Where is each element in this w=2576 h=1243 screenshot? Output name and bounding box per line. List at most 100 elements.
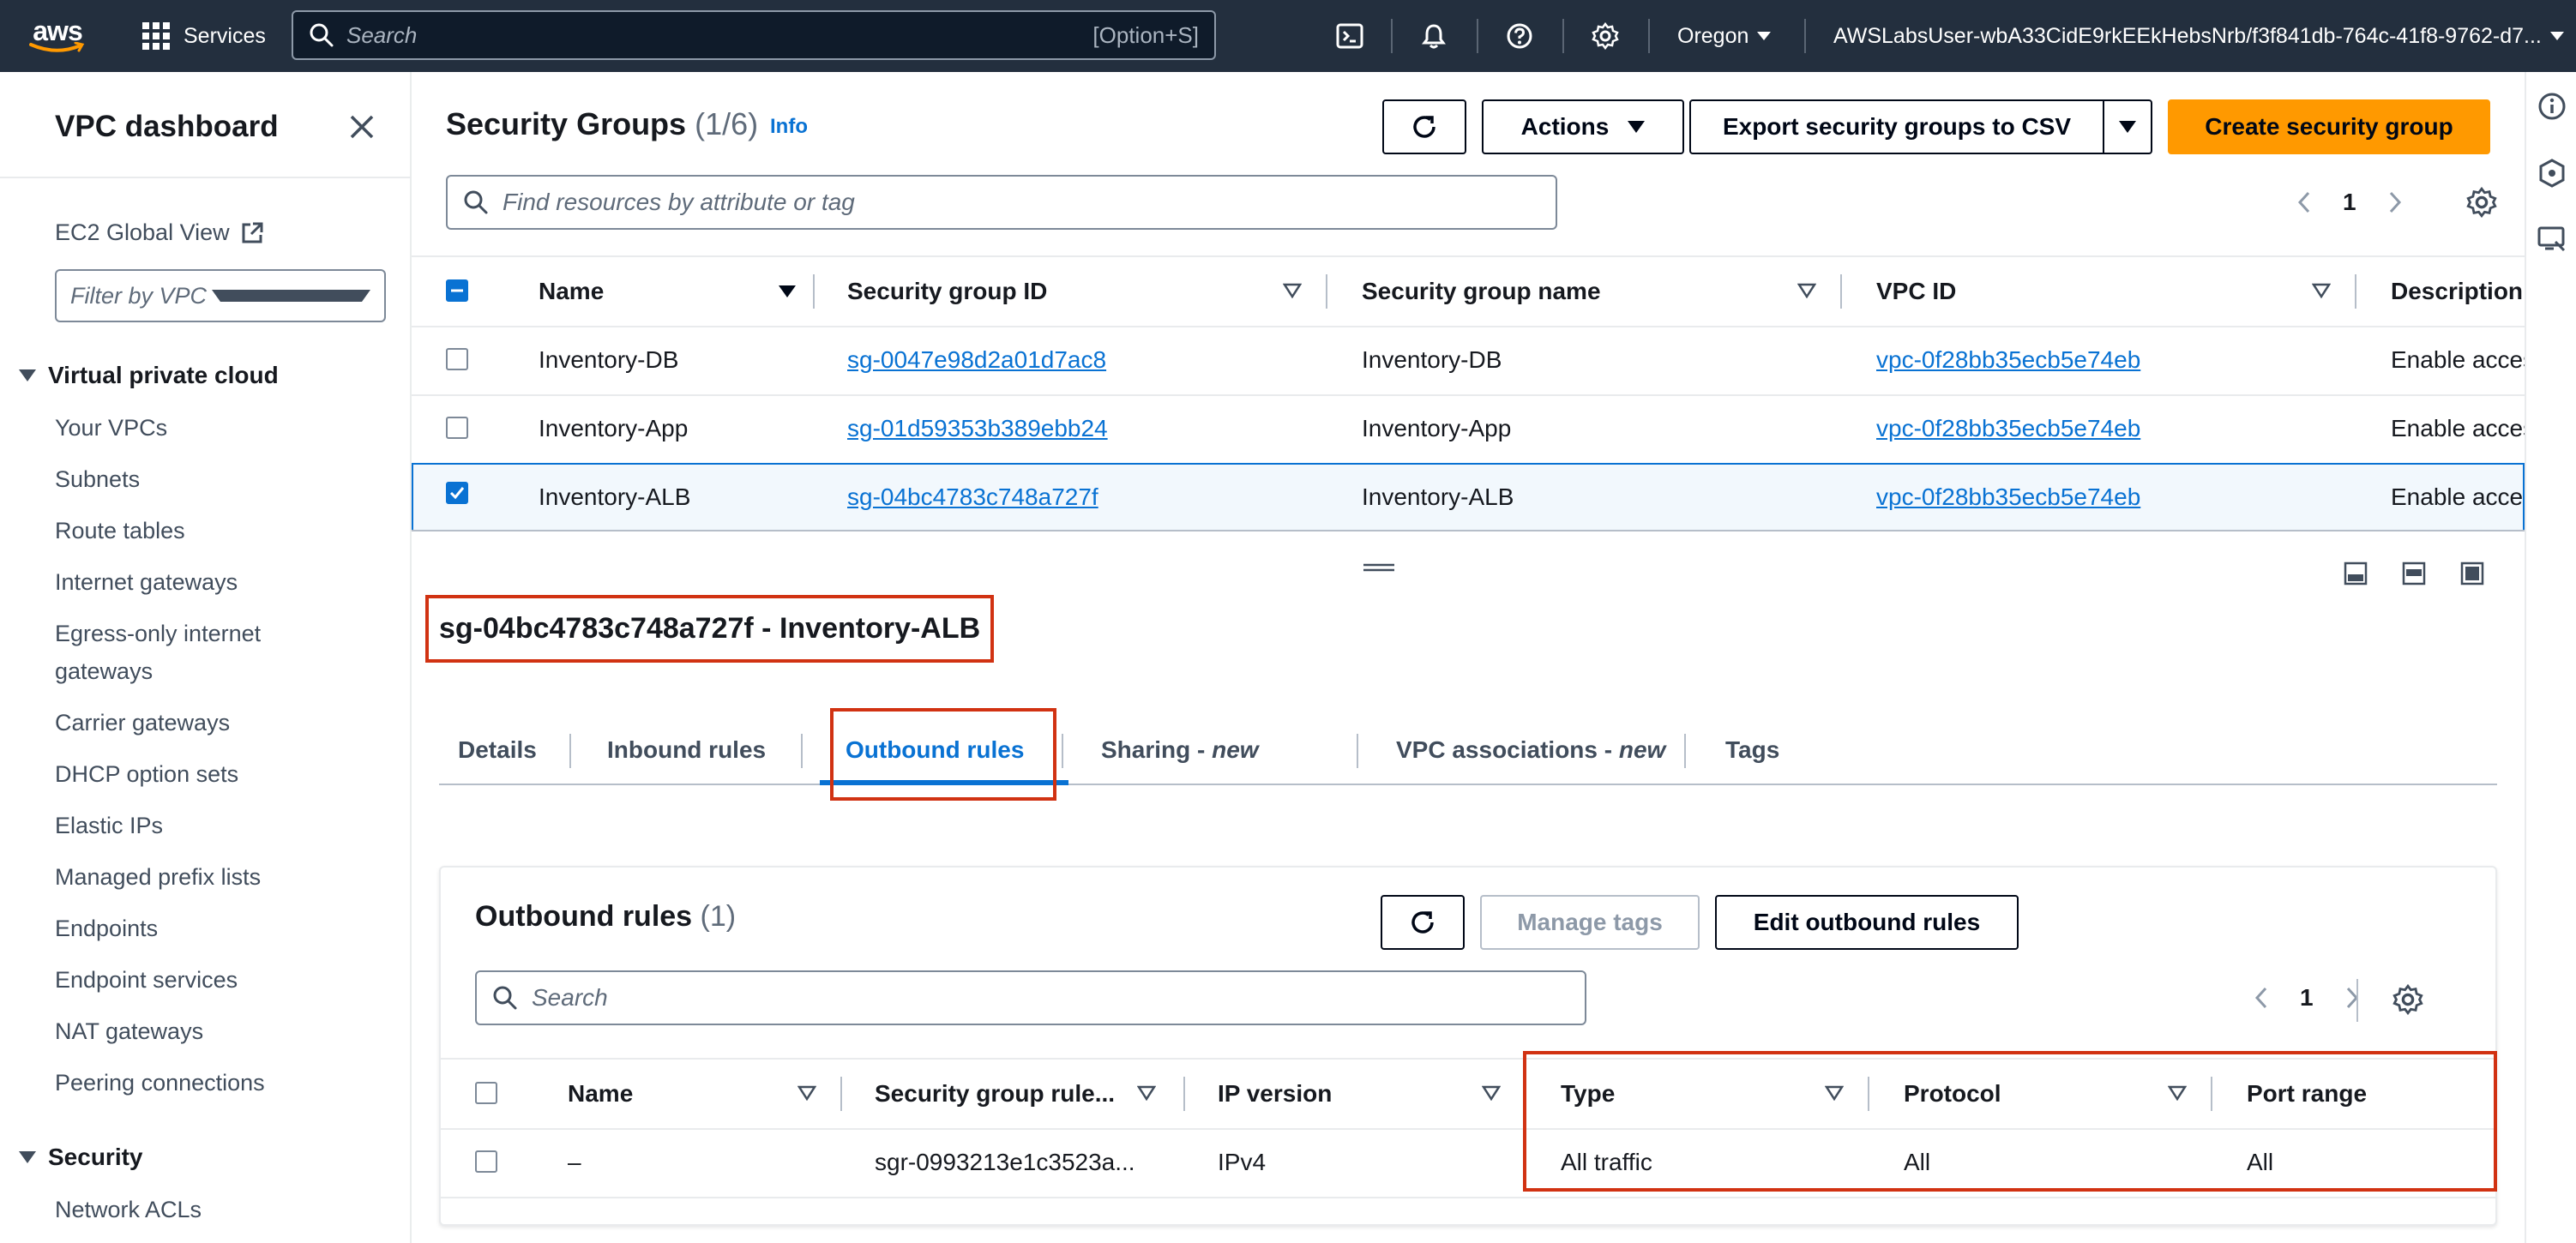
vpc-id-link[interactable]: vpc-0f28bb35ecb5e74eb <box>1876 483 2140 511</box>
actions-button[interactable]: Actions <box>1482 99 1684 154</box>
column-separator[interactable] <box>2355 274 2356 309</box>
sidebar-item-nat-gateways[interactable]: NAT gateways <box>55 1018 203 1045</box>
column-separator[interactable] <box>840 1077 842 1111</box>
sidebar-item-elastic-ips[interactable]: Elastic IPs <box>55 813 163 839</box>
tab-details[interactable]: Details <box>458 715 537 785</box>
sg-id-link[interactable]: sg-01d59353b389ebb24 <box>847 415 1108 442</box>
edit-outbound-rules-button[interactable]: Edit outbound rules <box>1715 895 2019 950</box>
sg-id-link[interactable]: sg-04bc4783c748a727f <box>847 483 1098 511</box>
sort-icon[interactable] <box>1283 283 1302 298</box>
export-csv-button[interactable]: Export security groups to CSV <box>1689 99 2104 154</box>
drag-handle-icon[interactable] <box>1362 562 1396 573</box>
chevron-left-icon[interactable] <box>2291 189 2317 215</box>
page-number[interactable]: 1 <box>2300 984 2314 1012</box>
page-number[interactable]: 1 <box>2343 189 2356 216</box>
column-header-sg-name[interactable]: Security group name <box>1362 278 1601 305</box>
rules-search[interactable] <box>475 970 1586 1025</box>
rule-id-cell: sgr-0993213e1c3523a... <box>875 1149 1135 1175</box>
panel-side-icon[interactable] <box>2401 561 2427 586</box>
help-icon[interactable] <box>1502 19 1537 53</box>
tab-inbound-rules[interactable]: Inbound rules <box>607 715 766 785</box>
region-selector[interactable]: Oregon <box>1677 0 1772 72</box>
chevron-right-icon[interactable] <box>2382 189 2408 215</box>
refresh-button[interactable] <box>1382 99 1466 154</box>
sidebar-section-vpc[interactable]: Virtual private cloud <box>19 362 279 389</box>
settings-gear-icon[interactable] <box>2466 187 2497 218</box>
outbound-rules-count: (1) <box>700 900 737 933</box>
sidebar-item-your-vpcs[interactable]: Your VPCs <box>55 415 167 441</box>
tab-vpc-associations[interactable]: VPC associations - new <box>1396 715 1665 785</box>
vpc-id-link[interactable]: vpc-0f28bb35ecb5e74eb <box>1876 346 2140 374</box>
hexagon-icon[interactable] <box>2537 158 2567 189</box>
sidebar-item-egress-only-igw-line2[interactable]: gateways <box>55 658 153 685</box>
chevron-left-icon[interactable] <box>2248 985 2274 1011</box>
sg-id-link[interactable]: sg-0047e98d2a01d7ac8 <box>847 346 1106 374</box>
panel-bottom-icon[interactable] <box>2343 561 2368 586</box>
column-header-rule-id[interactable]: Security group rule... <box>875 1080 1115 1108</box>
column-header-ip-version[interactable]: IP version <box>1218 1080 1332 1108</box>
info-icon[interactable] <box>2537 91 2567 122</box>
create-security-group-button[interactable]: Create security group <box>2168 99 2490 154</box>
sidebar-item-dhcp-option-sets[interactable]: DHCP option sets <box>55 761 238 788</box>
row-checkbox[interactable] <box>446 417 468 439</box>
column-header-description[interactable]: Description <box>2391 278 2523 305</box>
row-checkbox[interactable] <box>475 1150 497 1173</box>
info-link[interactable]: Info <box>770 115 808 139</box>
sidebar-item-egress-only-igw[interactable]: Egress-only internet <box>55 621 261 647</box>
column-separator[interactable] <box>1183 1077 1185 1111</box>
sort-icon[interactable] <box>1797 283 1816 298</box>
sidebar-item-ec2-global-view[interactable]: EC2 Global View <box>55 219 264 246</box>
column-separator[interactable] <box>1840 274 1842 309</box>
column-header-name[interactable]: Name <box>568 1080 633 1108</box>
row-checkbox[interactable] <box>446 482 468 504</box>
global-search[interactable]: [Option+S] <box>292 10 1216 60</box>
export-dropdown-button[interactable] <box>2103 99 2152 154</box>
select-all-checkbox[interactable] <box>475 1082 497 1104</box>
sort-icon[interactable] <box>2312 283 2331 298</box>
tab-tags[interactable]: Tags <box>1725 715 1779 785</box>
vpc-filter-select[interactable]: Filter by VPC <box>55 269 386 322</box>
sidebar-item-network-acls[interactable]: Network ACLs <box>55 1197 202 1223</box>
column-header-sg-id[interactable]: Security group ID <box>847 278 1080 305</box>
row-checkbox[interactable] <box>446 348 468 370</box>
tab-sharing[interactable]: Sharing - new <box>1101 715 1259 785</box>
refresh-button[interactable] <box>1381 895 1465 950</box>
table-divider <box>412 394 2525 396</box>
sort-icon[interactable] <box>1482 1085 1501 1101</box>
sidebar-item-carrier-gateways[interactable]: Carrier gateways <box>55 710 230 736</box>
column-header-name[interactable]: Name <box>539 278 796 305</box>
bell-icon[interactable] <box>1417 19 1451 53</box>
feedback-icon[interactable] <box>2537 225 2567 255</box>
sidebar-item-internet-gateways[interactable]: Internet gateways <box>55 569 238 596</box>
panel-full-icon[interactable] <box>2459 561 2485 586</box>
sidebar-item-endpoint-services[interactable]: Endpoint services <box>55 967 238 994</box>
resource-search-input[interactable] <box>503 189 1540 216</box>
close-icon[interactable] <box>346 111 377 142</box>
account-menu[interactable]: AWSLabsUser-wbA33CidE9rkEEkHebsNrb/f3f84… <box>1833 0 2564 72</box>
sidebar-item-subnets[interactable]: Subnets <box>55 466 140 493</box>
cloudshell-icon[interactable] <box>1333 19 1367 53</box>
caret-down-icon <box>19 1151 36 1163</box>
sort-icon[interactable] <box>797 1085 816 1101</box>
sort-icon[interactable] <box>1137 1085 1156 1101</box>
column-separator[interactable] <box>1326 274 1327 309</box>
column-separator[interactable] <box>813 274 815 309</box>
column-header-vpc-id[interactable]: VPC ID <box>1876 278 1956 305</box>
sidebar-item-peering-connections[interactable]: Peering connections <box>55 1070 265 1096</box>
global-search-input[interactable] <box>346 21 1093 49</box>
resource-search[interactable] <box>446 175 1557 230</box>
rules-search-input[interactable] <box>532 984 1569 1012</box>
sidebar-item-endpoints[interactable]: Endpoints <box>55 916 158 942</box>
settings-gear-icon[interactable] <box>2392 984 2423 1015</box>
aws-logo[interactable]: aws <box>26 0 89 72</box>
table-row-selected[interactable]: Inventory-ALB sg-04bc4783c748a727f Inven… <box>412 463 2525 531</box>
gear-icon[interactable] <box>1588 19 1622 53</box>
sidebar-item-managed-prefix-lists[interactable]: Managed prefix lists <box>55 864 261 891</box>
sidebar-section-security[interactable]: Security <box>19 1144 143 1171</box>
select-all-checkbox[interactable] <box>446 279 468 302</box>
sidebar-item-route-tables[interactable]: Route tables <box>55 518 185 544</box>
chevron-right-icon[interactable] <box>2339 985 2365 1011</box>
vpc-id-link[interactable]: vpc-0f28bb35ecb5e74eb <box>1876 415 2140 442</box>
manage-tags-button[interactable]: Manage tags <box>1480 895 1700 950</box>
services-menu[interactable]: Services <box>142 0 266 72</box>
